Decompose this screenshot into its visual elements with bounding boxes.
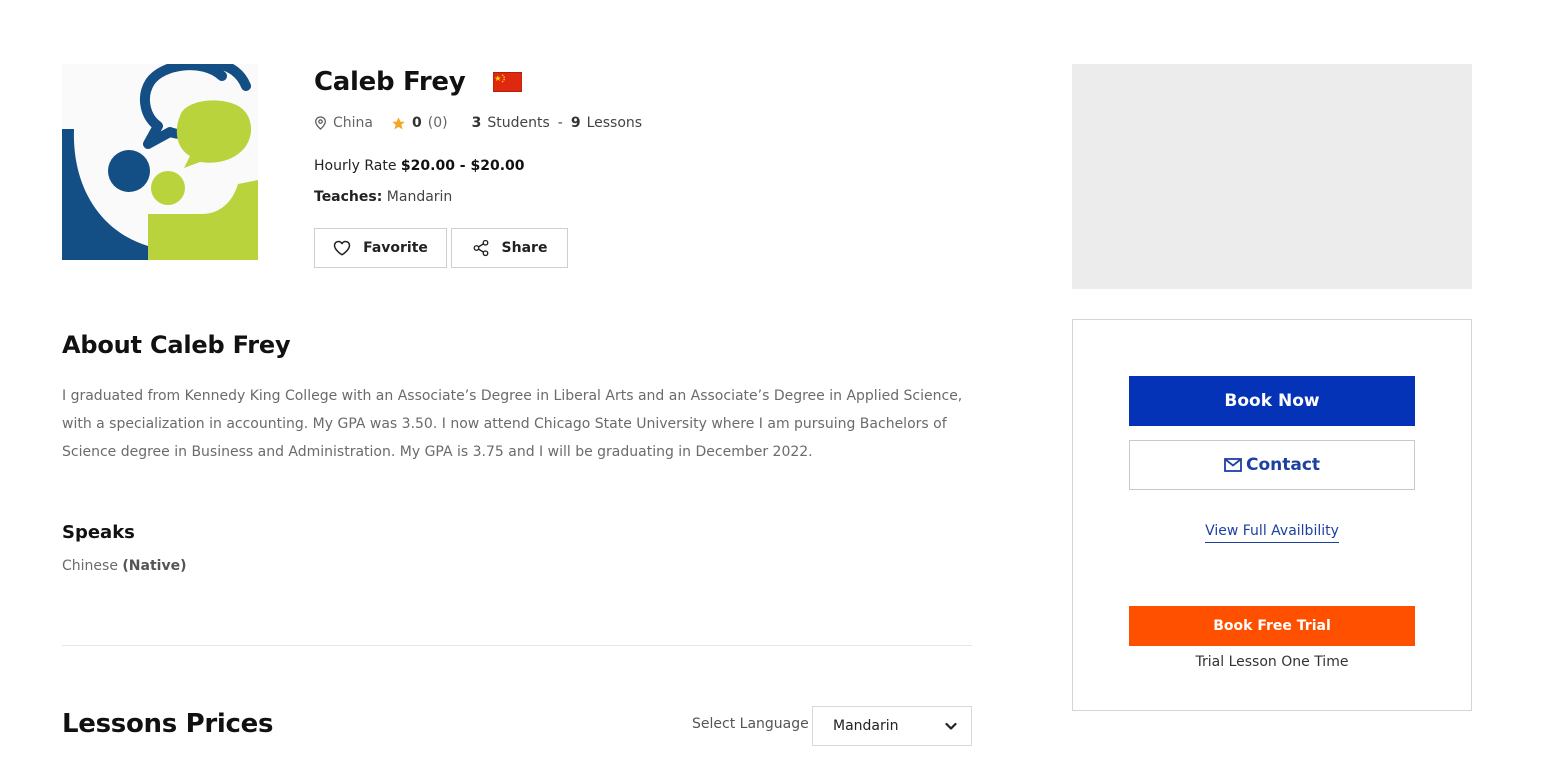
tutor-country: China <box>333 115 373 131</box>
envelope-icon <box>1224 458 1242 472</box>
book-free-trial-button[interactable]: Book Free Trial <box>1129 606 1415 646</box>
language-select-value: Mandarin <box>833 718 899 734</box>
tutor-avatar <box>62 64 258 260</box>
language-select[interactable]: Mandarin <box>812 706 972 746</box>
review-count: (0) <box>427 115 448 131</box>
spoken-language-name: Chinese <box>62 558 118 574</box>
star-icon <box>392 116 405 129</box>
meta-separator: - <box>557 115 563 131</box>
section-divider <box>62 645 972 646</box>
share-label: Share <box>501 240 548 256</box>
chevron-down-icon <box>945 722 957 730</box>
intro-video-placeholder[interactable] <box>1072 64 1472 289</box>
select-language-label: Select Language <box>692 716 809 732</box>
tutor-header: Caleb Frey <box>314 64 523 100</box>
rating-value: 0 <box>412 115 422 131</box>
lessons-count: 9 <box>570 115 581 131</box>
about-title: About Caleb Frey <box>62 331 291 359</box>
tutor-meta: China 0 (0) 3 Students - 9 Lessons <box>314 113 642 133</box>
hourly-rate-label: Hourly Rate <box>314 158 397 174</box>
tutor-name: Caleb Frey <box>314 67 466 97</box>
spoken-language-level: (Native) <box>122 558 187 574</box>
contact-label: Contact <box>1245 455 1321 475</box>
share-icon <box>473 239 488 257</box>
favorite-label: Favorite <box>363 240 428 256</box>
trial-note: Trial Lesson One Time <box>1195 654 1349 670</box>
teaches-value: Mandarin <box>386 189 453 205</box>
view-availability-link[interactable]: View Full Availbility <box>1205 523 1339 543</box>
speech-bubbles-logo-icon <box>62 64 258 260</box>
hourly-rate-value: $20.00 - $20.00 <box>400 158 525 174</box>
hourly-rate: Hourly Rate $20.00 - $20.00 <box>314 158 525 174</box>
teaches-label: Teaches: <box>314 189 383 205</box>
teaches: Teaches: Mandarin <box>314 189 452 205</box>
contact-button[interactable]: Contact <box>1129 440 1415 490</box>
share-button[interactable]: Share <box>451 228 568 268</box>
view-availability-link-wrapper: View Full Availbility <box>1073 523 1471 543</box>
students-count: 3 <box>471 115 482 131</box>
heart-icon <box>333 240 351 256</box>
china-flag-icon <box>493 72 523 92</box>
book-now-button[interactable]: Book Now <box>1129 376 1415 426</box>
lessons-prices-title: Lessons Prices <box>62 709 274 739</box>
students-label: Students <box>487 115 550 131</box>
booking-card: Book Now Contact View Full Availbility B… <box>1072 319 1472 711</box>
speaks-title: Speaks <box>62 522 135 543</box>
favorite-button[interactable]: Favorite <box>314 228 447 268</box>
spoken-language: Chinese (Native) <box>62 558 186 574</box>
about-text: I graduated from Kennedy King College wi… <box>62 388 963 460</box>
lessons-label: Lessons <box>586 115 643 131</box>
map-pin-icon <box>315 116 326 130</box>
